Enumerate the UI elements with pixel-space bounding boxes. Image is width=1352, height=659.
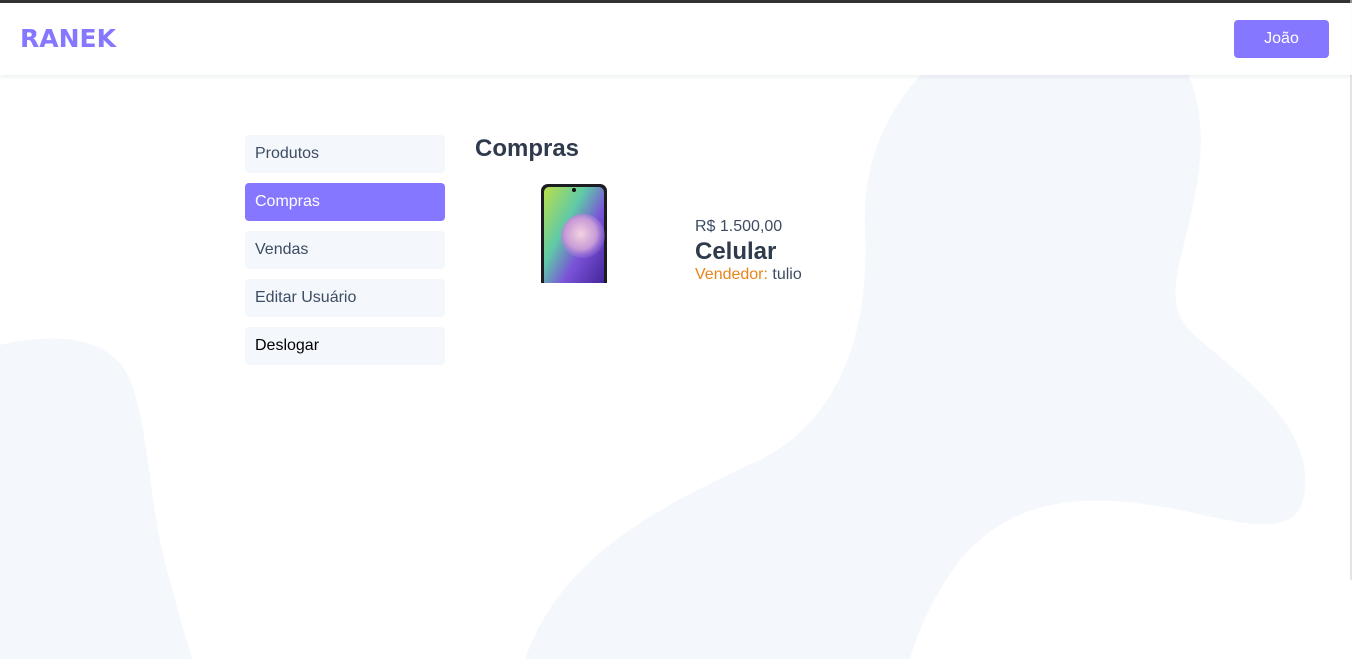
background-blob-left <box>0 338 192 659</box>
seller-name: tulio <box>772 266 802 283</box>
ranek-logo[interactable]: RANEK <box>20 26 116 51</box>
background-shape <box>0 5 1306 659</box>
top-header: RANEK João <box>0 3 1352 75</box>
phone-image[interactable] <box>541 184 607 283</box>
nav-item-produtos[interactable]: Produtos <box>245 135 445 173</box>
seller-line: Vendedor: tulio <box>695 266 802 284</box>
product-name[interactable]: Celular <box>695 238 802 266</box>
purchase-info: R$ 1.500,00 Celular Vendedor: tulio <box>695 218 802 284</box>
nav-item-vendas[interactable]: Vendas <box>245 231 445 269</box>
account-sidebar: Produtos Compras Vendas Editar Usuário D… <box>245 135 445 375</box>
page-title: Compras <box>475 135 580 162</box>
product-price: R$ 1.500,00 <box>695 218 783 235</box>
nav-item-compras[interactable]: Compras <box>245 183 445 221</box>
background-blob-right <box>525 5 1306 659</box>
user-account-button[interactable]: João <box>1234 20 1329 58</box>
seller-label: Vendedor: <box>695 266 768 283</box>
nav-item-deslogar[interactable]: Deslogar <box>245 327 445 365</box>
purchase-item: R$ 1.500,00 Celular Vendedor: tulio <box>475 183 835 283</box>
nav-item-editar-usuario[interactable]: Editar Usuário <box>245 279 445 317</box>
